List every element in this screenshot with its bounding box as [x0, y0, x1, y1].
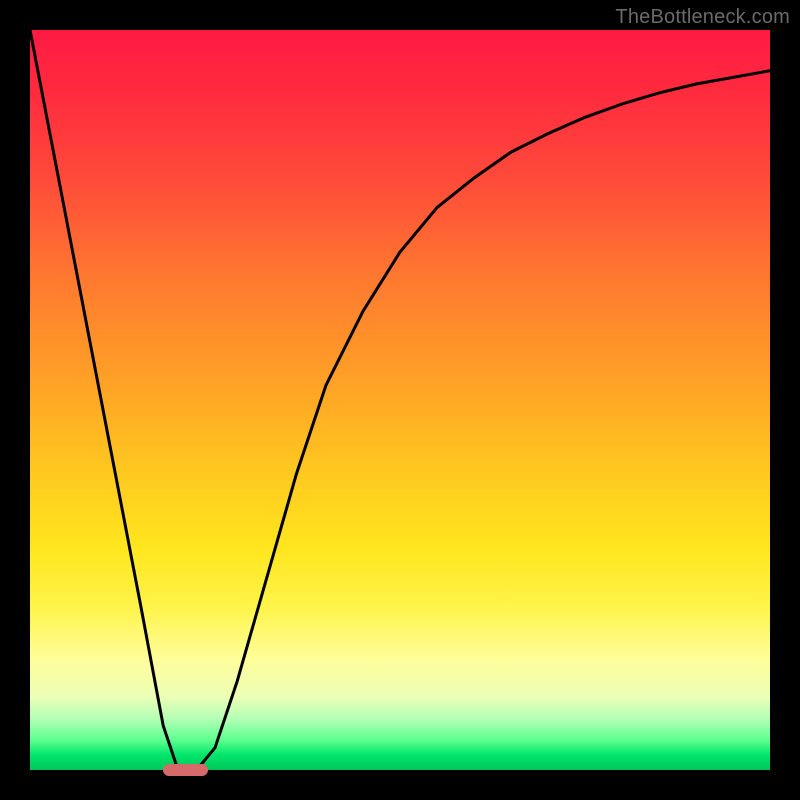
plot-area [30, 30, 770, 770]
chart-frame: TheBottleneck.com [0, 0, 800, 800]
optimal-marker [163, 764, 207, 776]
bottleneck-curve [30, 30, 770, 770]
curve-path [30, 30, 770, 770]
watermark-text: TheBottleneck.com [615, 6, 790, 29]
